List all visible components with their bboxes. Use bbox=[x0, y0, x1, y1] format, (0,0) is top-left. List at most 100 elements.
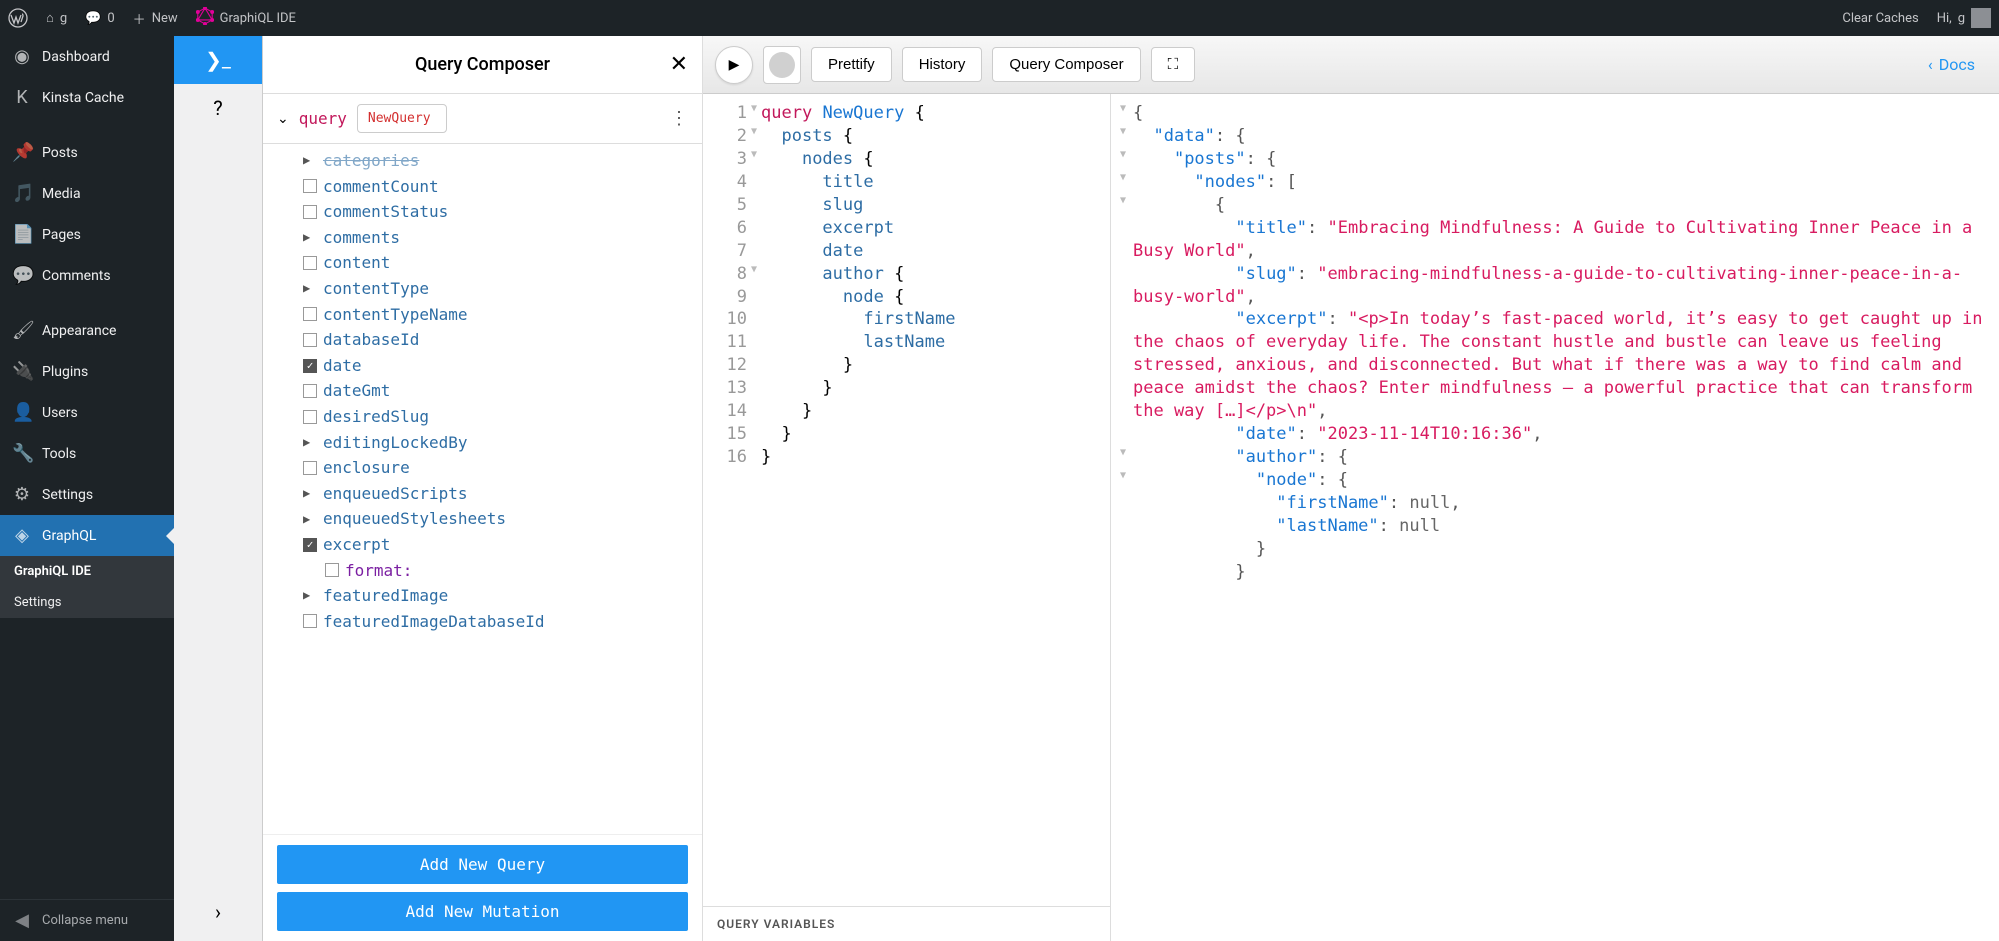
terminal-icon: ❯_ bbox=[205, 48, 231, 72]
wrench-icon: 🔧 bbox=[12, 443, 32, 464]
close-composer-button[interactable]: ✕ bbox=[670, 52, 688, 77]
checkbox-icon bbox=[303, 410, 317, 424]
field-categories[interactable]: ▶categories bbox=[303, 148, 688, 174]
menu-appearance[interactable]: 🖌Appearance bbox=[0, 310, 174, 351]
checkbox-icon bbox=[303, 179, 317, 193]
query-editor[interactable]: 1▼2▼3▼45678▼910111213141516 query NewQue… bbox=[703, 94, 1111, 941]
expand-icon: ▶ bbox=[303, 151, 317, 170]
rail-help[interactable]: ? bbox=[174, 84, 262, 132]
menu-tools[interactable]: 🔧Tools bbox=[0, 433, 174, 474]
kinsta-icon: K bbox=[12, 87, 32, 108]
docs-button[interactable]: ‹Docs bbox=[1916, 55, 1987, 74]
field-comments[interactable]: ▶comments bbox=[303, 225, 688, 251]
field-desiredSlug[interactable]: desiredSlug bbox=[303, 404, 688, 430]
avatar-icon bbox=[1971, 8, 1991, 28]
field-dateGmt[interactable]: dateGmt bbox=[303, 378, 688, 404]
rail-expand[interactable]: › bbox=[174, 893, 262, 941]
query-options-icon[interactable]: ⋮ bbox=[670, 108, 688, 129]
checkbox-icon bbox=[303, 461, 317, 475]
ide-toolbar: ▶ Prettify History Query Composer ⛶ ‹Doc… bbox=[703, 36, 1999, 94]
field-editingLockedBy[interactable]: ▶editingLockedBy bbox=[303, 430, 688, 456]
play-icon: ▶ bbox=[729, 57, 740, 73]
checkbox-checked-icon: ✓ bbox=[303, 359, 317, 373]
collapse-query-icon[interactable]: ⌄ bbox=[277, 111, 289, 127]
menu-kinsta-cache[interactable]: KKinsta Cache bbox=[0, 77, 174, 118]
result-pane: ▼{ ▼ "data": { ▼ "posts": { ▼ "nodes": [… bbox=[1111, 94, 1999, 941]
add-new-query-button[interactable]: Add New Query bbox=[277, 845, 688, 884]
submenu-graphiql-ide[interactable]: GraphiQL IDE bbox=[0, 556, 174, 587]
expand-icon: ▶ bbox=[303, 279, 317, 298]
field-excerpt-format[interactable]: format: bbox=[303, 558, 688, 584]
graphql-icon: ◈ bbox=[12, 525, 32, 546]
field-commentCount[interactable]: commentCount bbox=[303, 174, 688, 200]
fullscreen-button[interactable]: ⛶ bbox=[1151, 47, 1196, 82]
menu-plugins[interactable]: 🔌Plugins bbox=[0, 351, 174, 392]
rail-explorer[interactable]: ❯_ bbox=[174, 36, 262, 84]
plugin-icon: 🔌 bbox=[12, 361, 32, 382]
sliders-icon: ⚙ bbox=[12, 484, 32, 505]
collapse-icon: ◀ bbox=[12, 910, 32, 931]
query-composer-button[interactable]: Query Composer bbox=[992, 47, 1140, 82]
wordpress-logo-icon[interactable] bbox=[8, 8, 28, 28]
comments-count[interactable]: 💬 0 bbox=[85, 11, 115, 26]
composer-title: Query Composer bbox=[415, 54, 550, 75]
query-name-input[interactable] bbox=[357, 104, 447, 133]
submenu-settings[interactable]: Settings bbox=[0, 587, 174, 618]
checkbox-icon bbox=[303, 614, 317, 628]
field-commentStatus[interactable]: commentStatus bbox=[303, 199, 688, 225]
site-name[interactable]: ⌂ g bbox=[46, 10, 67, 26]
clear-caches[interactable]: Clear Caches bbox=[1842, 11, 1918, 26]
execute-query-button[interactable]: ▶ bbox=[715, 46, 753, 84]
field-contentType[interactable]: ▶contentType bbox=[303, 276, 688, 302]
plus-icon: ＋ bbox=[133, 9, 146, 28]
checkbox-checked-icon: ✓ bbox=[303, 538, 317, 552]
checkbox-icon bbox=[303, 333, 317, 347]
history-button[interactable]: History bbox=[902, 47, 983, 82]
expand-icon: ▶ bbox=[303, 433, 317, 452]
menu-settings[interactable]: ⚙Settings bbox=[0, 474, 174, 515]
menu-posts[interactable]: 📌Posts bbox=[0, 132, 174, 173]
checkbox-icon bbox=[303, 205, 317, 219]
media-icon: 🎵 bbox=[12, 183, 32, 204]
fullscreen-icon: ⛶ bbox=[1168, 56, 1179, 73]
users-icon: 👤 bbox=[12, 402, 32, 423]
field-enclosure[interactable]: enclosure bbox=[303, 455, 688, 481]
graphiql-ide-link[interactable]: GraphiQL IDE bbox=[196, 7, 296, 30]
home-icon: ⌂ bbox=[46, 10, 54, 26]
chevron-left-icon: ‹ bbox=[1928, 55, 1933, 74]
menu-comments[interactable]: 💬Comments bbox=[0, 255, 174, 296]
chevron-right-icon: › bbox=[215, 900, 221, 924]
new-content[interactable]: ＋ New bbox=[133, 9, 178, 28]
menu-pages[interactable]: 📄Pages bbox=[0, 214, 174, 255]
menu-graphql[interactable]: ◈GraphQL bbox=[0, 515, 174, 556]
expand-icon: ▶ bbox=[303, 586, 317, 605]
field-featuredImageDatabaseId[interactable]: featuredImageDatabaseId bbox=[303, 609, 688, 635]
query-variables-toggle[interactable]: QUERY VARIABLES bbox=[703, 906, 1110, 941]
field-featuredImage[interactable]: ▶featuredImage bbox=[303, 583, 688, 609]
query-keyword: query bbox=[299, 109, 347, 128]
field-content[interactable]: content bbox=[303, 250, 688, 276]
dashboard-icon: ◉ bbox=[12, 46, 32, 67]
field-contentTypeName[interactable]: contentTypeName bbox=[303, 302, 688, 328]
auth-button[interactable] bbox=[763, 46, 801, 84]
composer-field-tree: ▶categories commentCount commentStatus ▶… bbox=[263, 144, 702, 834]
help-icon: ? bbox=[213, 96, 222, 120]
collapse-menu[interactable]: ◀Collapse menu bbox=[0, 899, 174, 941]
field-excerpt[interactable]: ✓excerpt bbox=[303, 532, 688, 558]
pin-icon: 📌 bbox=[12, 142, 32, 163]
user-account[interactable]: Hi, g bbox=[1937, 8, 1991, 28]
menu-users[interactable]: 👤Users bbox=[0, 392, 174, 433]
comment-icon: 💬 bbox=[85, 11, 101, 26]
expand-icon: ▶ bbox=[303, 228, 317, 247]
comments-icon: 💬 bbox=[12, 265, 32, 286]
add-new-mutation-button[interactable]: Add New Mutation bbox=[277, 892, 688, 931]
field-databaseId[interactable]: databaseId bbox=[303, 327, 688, 353]
field-date[interactable]: ✓date bbox=[303, 353, 688, 379]
menu-media[interactable]: 🎵Media bbox=[0, 173, 174, 214]
prettify-button[interactable]: Prettify bbox=[811, 47, 892, 82]
expand-icon: ▶ bbox=[303, 510, 317, 529]
menu-dashboard[interactable]: ◉Dashboard bbox=[0, 36, 174, 77]
field-enqueuedScripts[interactable]: ▶enqueuedScripts bbox=[303, 481, 688, 507]
field-enqueuedStylesheets[interactable]: ▶enqueuedStylesheets bbox=[303, 506, 688, 532]
checkbox-icon bbox=[303, 256, 317, 270]
